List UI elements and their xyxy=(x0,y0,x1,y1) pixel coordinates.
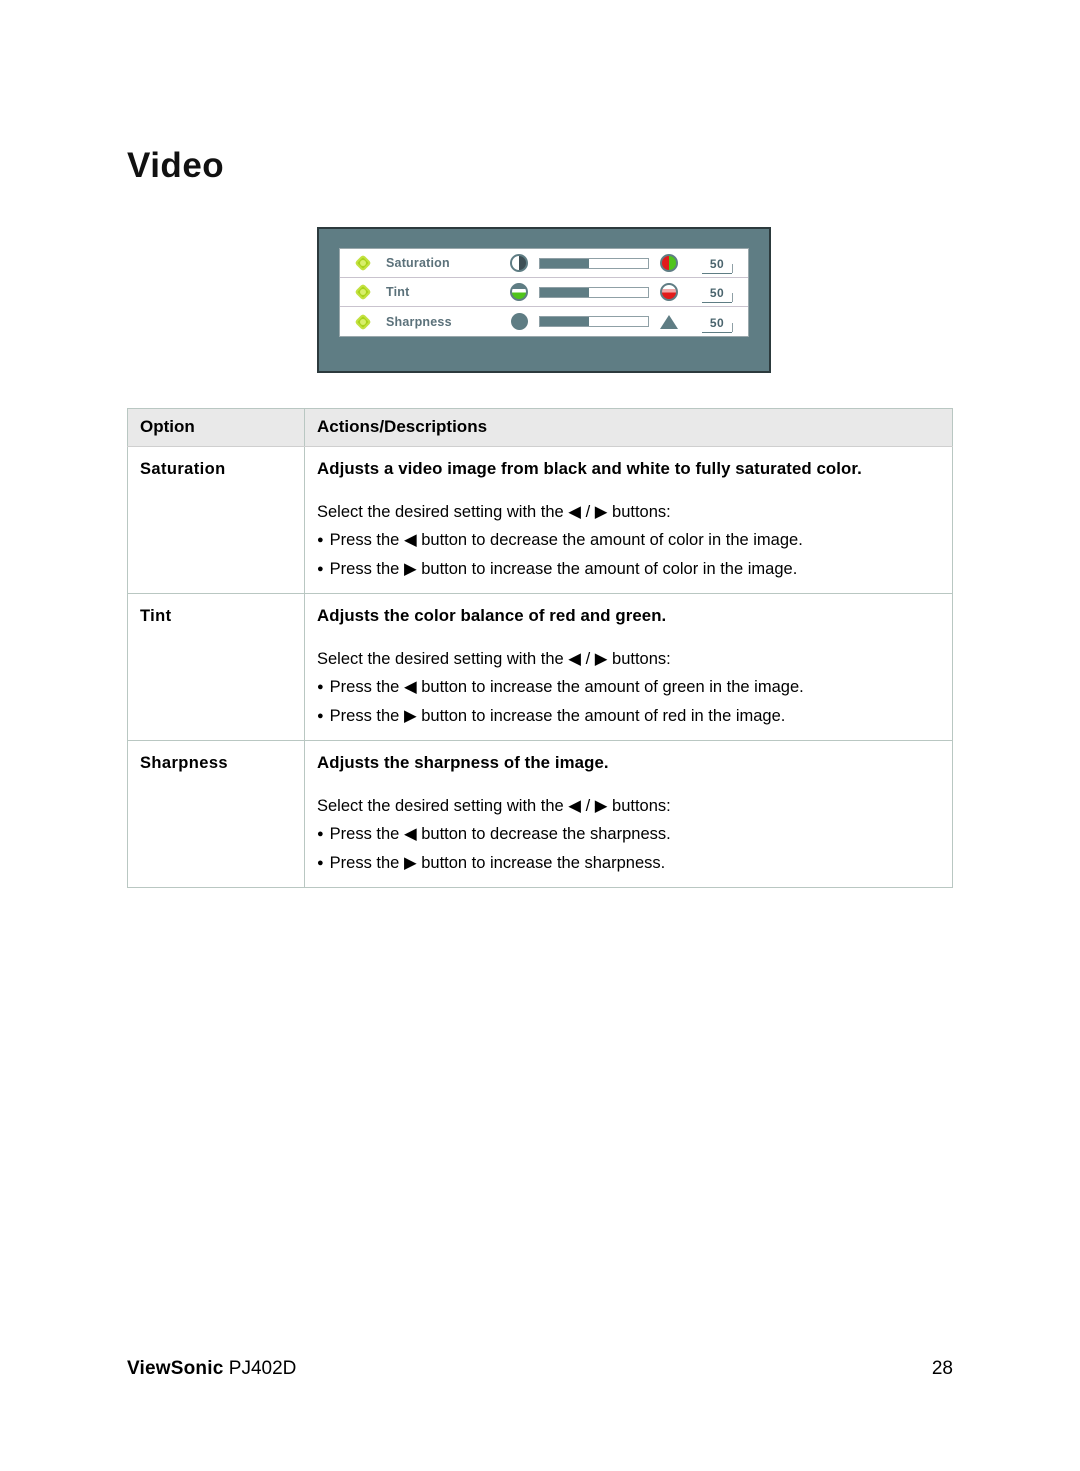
osd-label-tint: Tint xyxy=(386,285,410,299)
osd-label-saturation: Saturation xyxy=(386,256,450,270)
osd-row-tint[interactable]: Tint 50 xyxy=(340,278,748,307)
description-bullet: Press the ▶ button to increase the amoun… xyxy=(317,702,940,730)
table-row: Saturation Adjusts a video image from bl… xyxy=(127,445,953,595)
osd-row-list: Saturation 50 Tint 50 Sharpness 50 xyxy=(339,248,749,337)
option-description-saturation: Adjusts a video image from black and whi… xyxy=(304,445,953,595)
osd-right-icon-saturation xyxy=(652,254,686,272)
footer-brand: ViewSonic xyxy=(127,1358,224,1379)
footer-model-value: PJ402D xyxy=(228,1358,297,1379)
osd-slider-sharpness[interactable] xyxy=(539,316,649,327)
osd-value-sharpness: 50 xyxy=(701,316,734,333)
description-intro: Select the desired setting with the ◀ / … xyxy=(317,502,671,521)
osd-right-icon-tint xyxy=(652,283,686,301)
description-intro: Select the desired setting with the ◀ / … xyxy=(317,649,671,668)
option-name-saturation: Saturation xyxy=(127,445,305,595)
description-bullet: Press the ◀ button to decrease the amoun… xyxy=(317,526,940,554)
option-description-tint: Adjusts the color balance of red and gre… xyxy=(304,593,953,742)
description-summary: Adjusts the sharpness of the image. xyxy=(317,753,609,773)
table-row: Tint Adjusts the color balance of red an… xyxy=(127,593,953,742)
table-header-row: Option Actions/Descriptions xyxy=(127,408,953,447)
led-diamond-icon xyxy=(354,283,372,301)
osd-slider-fill xyxy=(540,258,589,268)
table-row: Sharpness Adjusts the sharpness of the i… xyxy=(127,740,953,889)
led-diamond-icon xyxy=(354,313,372,330)
column-header-option: Option xyxy=(127,408,305,447)
osd-value-saturation: 50 xyxy=(701,257,734,274)
osd-slider-saturation[interactable] xyxy=(539,257,649,269)
osd-slider-fill xyxy=(540,317,589,326)
red-band-circle-icon xyxy=(660,283,678,301)
osd-row-saturation[interactable]: Saturation 50 xyxy=(340,249,748,278)
osd-menu-screenshot: Saturation 50 Tint 50 Sharpness 50 xyxy=(317,227,771,373)
description-bullet: Press the ▶ button to increase the sharp… xyxy=(317,849,940,877)
page-number: 28 xyxy=(931,1358,953,1379)
led-diamond-icon xyxy=(354,254,372,272)
options-table: Option Actions/Descriptions Saturation A… xyxy=(127,408,953,889)
contrast-circle-icon xyxy=(510,254,528,272)
osd-value-cell-tint: 50 xyxy=(686,278,748,306)
option-name-sharpness: Sharpness xyxy=(127,740,305,889)
option-description-sharpness: Adjusts the sharpness of the image. Sele… xyxy=(304,740,953,889)
page-footer: ViewSonic PJ402D 28 xyxy=(127,1358,953,1380)
osd-left-icon-tint xyxy=(502,283,536,301)
page-title: Video xyxy=(127,146,225,185)
osd-led-indicator-tint xyxy=(340,283,386,301)
footer-brand-line: ViewSonic PJ402D xyxy=(127,1358,296,1380)
soft-blob-icon xyxy=(510,313,528,330)
description-summary: Adjusts the color balance of red and gre… xyxy=(317,606,667,626)
osd-value-cell-saturation: 50 xyxy=(686,249,748,277)
sharp-triangle-icon xyxy=(660,314,678,329)
osd-led-indicator-sharpness xyxy=(340,313,386,330)
description-bullet: Press the ◀ button to decrease the sharp… xyxy=(317,820,940,848)
option-name-tint: Tint xyxy=(127,593,305,742)
osd-left-icon-saturation xyxy=(502,254,536,272)
osd-led-indicator-saturation xyxy=(340,254,386,272)
description-summary: Adjusts a video image from black and whi… xyxy=(317,459,862,478)
osd-slider-tint[interactable] xyxy=(539,286,649,298)
osd-left-icon-sharpness xyxy=(502,313,536,330)
description-intro: Select the desired setting with the ◀ / … xyxy=(317,796,671,815)
osd-value-cell-sharpness: 50 xyxy=(686,307,748,336)
osd-label-sharpness: Sharpness xyxy=(386,314,452,329)
green-band-circle-icon xyxy=(510,283,528,301)
osd-value-tint: 50 xyxy=(701,286,734,303)
red-green-circle-icon xyxy=(660,254,678,272)
osd-right-icon-sharpness xyxy=(652,314,686,329)
description-bullet: Press the ▶ button to increase the amoun… xyxy=(317,555,940,583)
description-bullet: Press the ◀ button to increase the amoun… xyxy=(317,673,940,701)
column-header-actions: Actions/Descriptions xyxy=(304,408,953,447)
osd-row-sharpness[interactable]: Sharpness 50 xyxy=(340,307,748,336)
osd-slider-fill xyxy=(540,287,589,297)
